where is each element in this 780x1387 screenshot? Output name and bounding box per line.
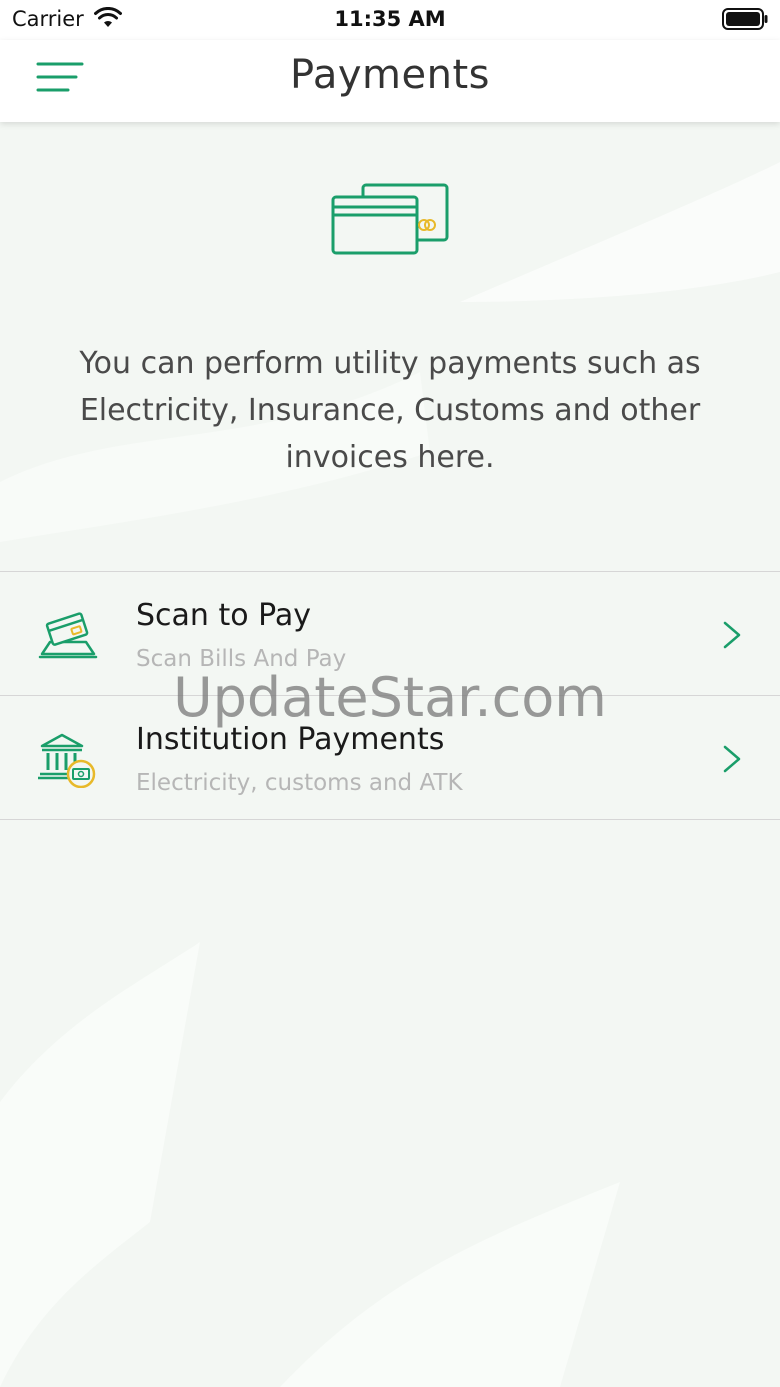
item-title: Scan to Pay bbox=[136, 598, 312, 633]
chevron-right-icon bbox=[723, 745, 741, 773]
credit-cards-icon bbox=[331, 183, 449, 255]
scan-card-icon bbox=[38, 612, 98, 659]
scan-to-pay-item[interactable]: Scan to Pay Scan Bills And Pay bbox=[0, 571, 780, 695]
status-bar: Carrier 11:35 AM bbox=[0, 0, 780, 40]
navigation-bar: Payments bbox=[0, 40, 780, 122]
status-time: 11:35 AM bbox=[334, 7, 446, 31]
institution-payments-item[interactable]: Institution Payments Electricity, custom… bbox=[0, 695, 780, 820]
item-subtitle: Scan Bills And Pay bbox=[136, 646, 347, 672]
page-title: Payments bbox=[290, 52, 490, 98]
item-title: Institution Payments bbox=[136, 722, 445, 757]
payment-options-list: Scan to Pay Scan Bills And Pay Instituti… bbox=[0, 571, 780, 820]
chevron-right-icon bbox=[723, 621, 741, 649]
item-subtitle: Electricity, customs and ATK bbox=[136, 770, 463, 796]
battery-icon bbox=[722, 8, 768, 30]
institution-icon bbox=[38, 733, 96, 788]
hero-description: You can perform utility payments such as… bbox=[79, 346, 701, 475]
